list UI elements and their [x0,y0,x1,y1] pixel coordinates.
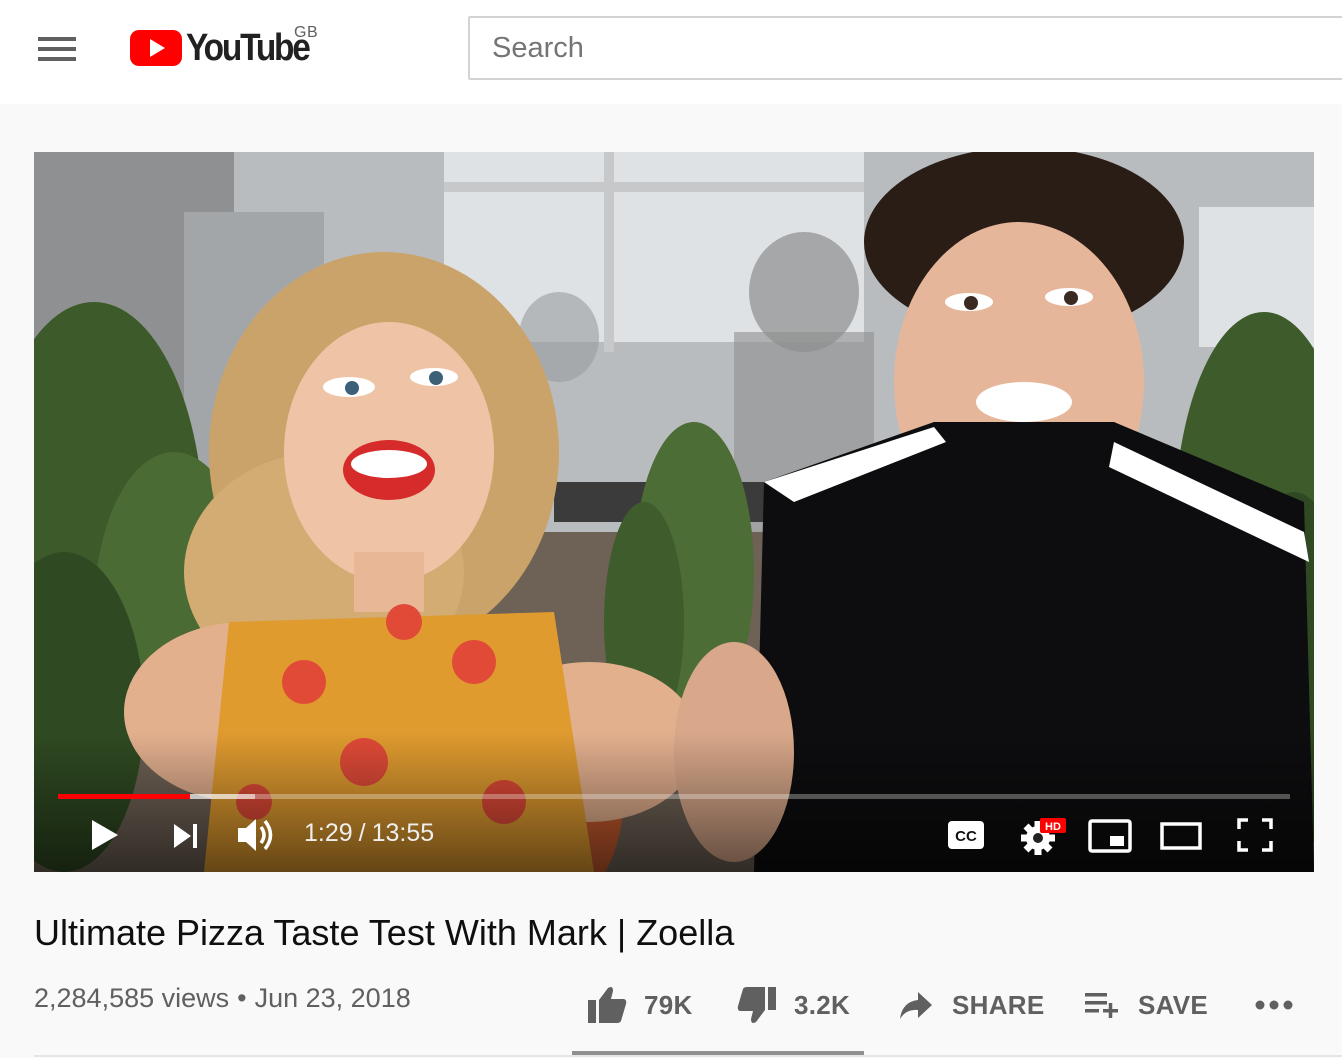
share-button[interactable]: SHARE [898,980,1045,1030]
video-title: Ultimate Pizza Taste Test With Mark | Zo… [34,912,735,953]
next-icon[interactable] [172,822,200,850]
like-button[interactable]: 79K [586,980,693,1030]
play-icon[interactable] [90,818,120,852]
search-box[interactable] [468,16,1342,80]
volume-icon[interactable] [236,816,278,854]
thumbs-up-icon [588,987,627,1023]
video-player[interactable]: 1:29/13:55 CC HD [34,152,1314,872]
dislike-button[interactable]: 3.2K [736,980,850,1030]
fullscreen-icon[interactable] [1237,818,1273,852]
logo-text: YouTube [186,27,311,69]
dislike-count: 3.2K [794,989,851,1020]
hd-badge: HD [1045,821,1061,833]
like-count: 79K [644,989,693,1020]
info-separator: • [237,983,247,1013]
country-code: GB [294,24,319,41]
save-button[interactable]: SAVE [1084,980,1208,1030]
divider [34,1055,1342,1057]
time-display: 1:29/13:55 [304,819,434,848]
publish-date: Jun 23, 2018 [254,983,411,1013]
more-icon [1255,1000,1293,1010]
miniplayer-icon[interactable] [1088,819,1132,853]
captions-icon[interactable]: CC [947,820,985,850]
play-logo-icon [130,30,182,66]
share-label: SHARE [952,989,1045,1020]
settings-icon[interactable]: HD [1018,816,1068,856]
theater-mode-icon[interactable] [1160,822,1202,850]
captions-label: CC [955,828,977,845]
menu-icon[interactable] [38,37,78,63]
more-actions-button[interactable] [1254,980,1294,1030]
masthead: YouTube GB [0,0,1342,104]
share-icon [900,992,932,1019]
view-count: 2,284,585 views [34,983,230,1013]
progress-bar[interactable] [58,794,1290,799]
playlist-add-icon [1085,993,1118,1018]
video-info: 2,284,585 views • Jun 23, 2018 [34,983,411,1014]
progress-played [58,794,190,799]
time-separator: / [358,819,366,847]
duration: 13:55 [371,819,435,847]
search-input[interactable] [470,18,1342,78]
save-label: SAVE [1138,989,1209,1020]
thumbs-down-icon [737,987,776,1023]
current-time: 1:29 [304,819,353,847]
